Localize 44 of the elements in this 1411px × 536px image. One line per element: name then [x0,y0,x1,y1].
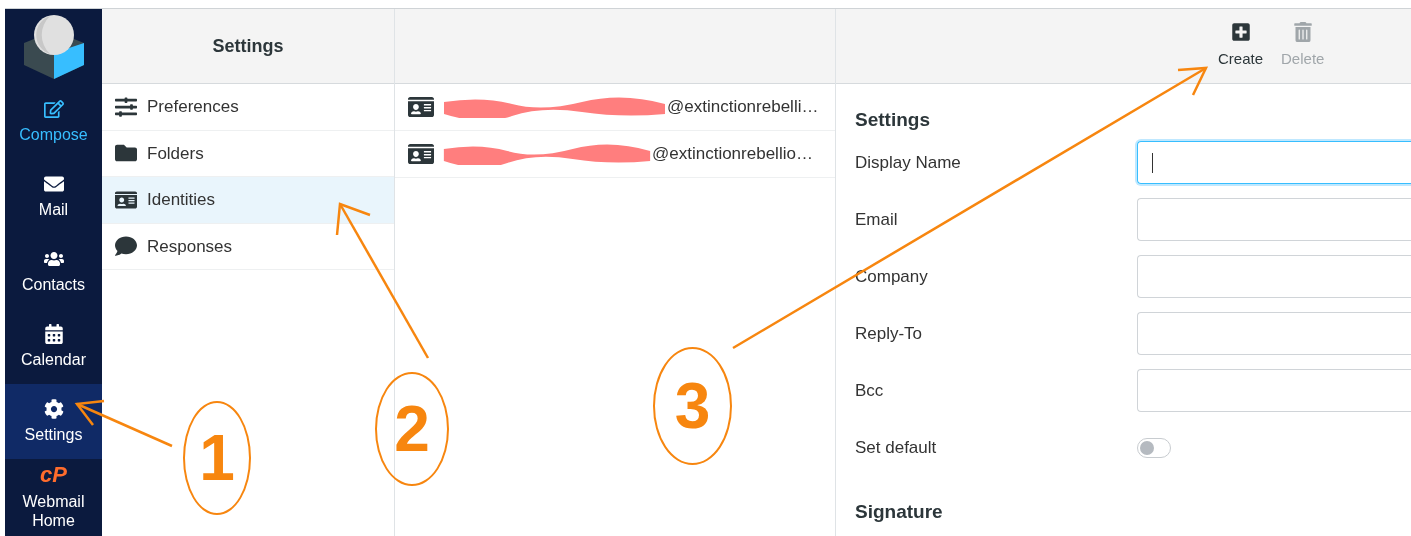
speech-bubble-icon [115,235,137,258]
field-label: Email [855,208,899,231]
id-card-icon [115,188,137,211]
input-field[interactable] [1137,198,1411,241]
plus-icon [1230,21,1251,42]
id-card-icon [408,141,434,167]
field-label: Reply-To [855,322,924,345]
annotation-number: 1 [183,401,251,515]
gear-icon [43,399,64,419]
input-field[interactable] [1137,369,1411,412]
input-field[interactable] [1137,312,1411,355]
people-icon [43,249,64,269]
nav-item[interactable]: Compose [5,84,102,159]
identity-email: @extinctionrebellio… [652,143,813,166]
toggle-switch[interactable] [1137,437,1171,458]
nav-item[interactable]: cP Webmail Home [5,459,102,534]
trash-icon [1292,21,1313,42]
nav-item[interactable]: Contacts [5,234,102,309]
edit-icon [43,99,64,119]
section-heading: Settings [855,108,931,132]
id-card-icon [408,94,434,120]
panel-title: Settings [212,34,284,58]
input-field[interactable] [1137,141,1411,184]
nav-item[interactable]: Mail [5,159,102,234]
input-field[interactable] [1137,255,1411,298]
calendar-icon [43,324,64,344]
text-cursor [1152,152,1153,173]
field-label: Display Name [855,151,962,174]
sliders-icon [115,95,137,118]
menu-item[interactable]: Identities [102,177,394,224]
nav-item[interactable]: Calendar [5,309,102,384]
identity-email: @extinctionrebelli… [667,96,819,119]
toolbar-button[interactable]: Create [1218,21,1264,71]
identity-row[interactable]: @extinctionrebelli… [395,84,835,131]
field-label: Company [855,265,929,288]
annotation-number: 3 [653,347,732,465]
nav-item[interactable]: Settings [5,384,102,459]
section-heading: Signature [855,500,944,524]
envelope-icon [43,174,64,194]
cpanel-logo: cP [40,463,67,486]
field-label: Set default [855,436,938,459]
annotation-number: 2 [375,372,449,486]
identity-row[interactable]: @extinctionrebellio… [395,131,835,178]
field-label: Bcc [855,379,885,402]
